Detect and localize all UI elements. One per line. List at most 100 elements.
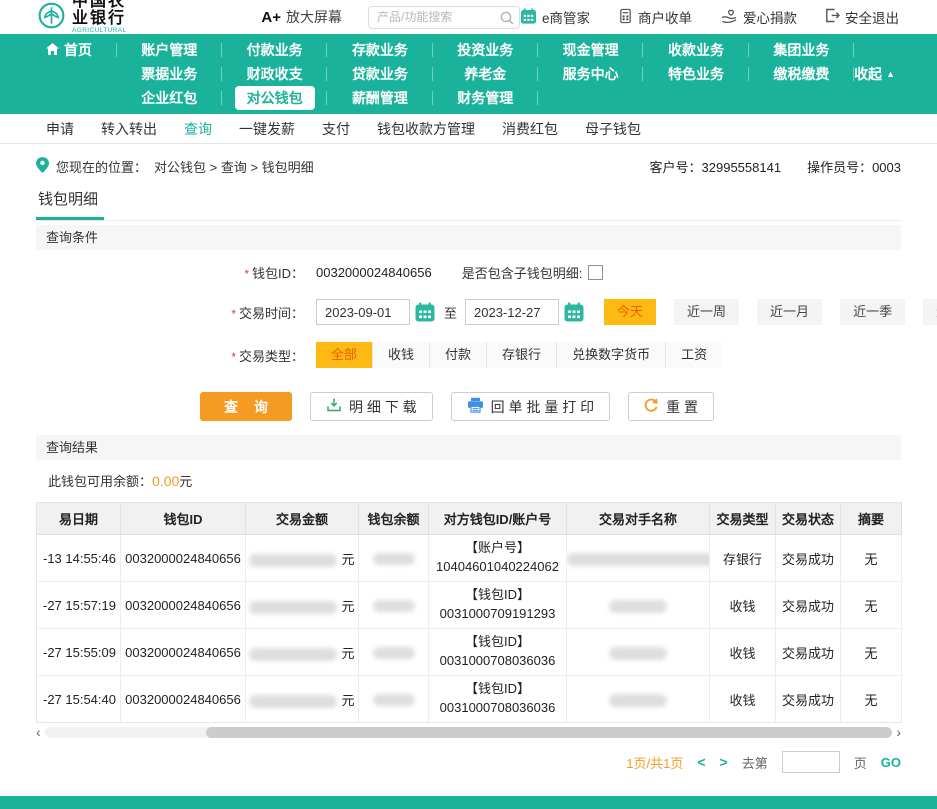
goto-page-input[interactable] bbox=[782, 751, 840, 773]
subnav-query[interactable]: 查询 bbox=[184, 119, 212, 139]
cell-status: 交易成功 bbox=[776, 676, 841, 723]
transaction-time-label: 交易时间： bbox=[239, 306, 304, 321]
search-input[interactable] bbox=[368, 6, 520, 29]
type-exchange-digital-currency[interactable]: 兑换数字货币 bbox=[556, 342, 665, 368]
subnav-apply[interactable]: 申请 bbox=[46, 119, 74, 139]
cell-date: -27 15:55:09 bbox=[37, 629, 121, 676]
merchant-acquiring-link[interactable]: 商户收单 bbox=[618, 7, 692, 27]
cell-status: 交易成功 bbox=[776, 535, 841, 582]
subnav-transfer[interactable]: 转入转出 bbox=[101, 119, 157, 139]
nav-payment-business[interactable]: 付款业务 bbox=[222, 38, 327, 62]
transaction-type-row: *交易类型： 全部 收钱 付款 存银行 兑换数字货币 工资 bbox=[36, 342, 901, 368]
range-quarter-chip[interactable]: 近一季 bbox=[840, 299, 905, 325]
range-month-chip[interactable]: 近一月 bbox=[757, 299, 822, 325]
transaction-type-segment: 全部 收钱 付款 存银行 兑换数字货币 工资 bbox=[316, 342, 722, 368]
table-row: -13 14:55:46 0032000024840656 元 【账户号】104… bbox=[37, 535, 902, 582]
nav-corp-redpacket[interactable]: 企业红包 bbox=[117, 86, 222, 110]
wallet-id-value: 0032000024840656 bbox=[316, 265, 432, 280]
col-header-summary: 摘要 bbox=[841, 503, 902, 535]
type-receive[interactable]: 收钱 bbox=[372, 342, 429, 368]
nav-deposit-business[interactable]: 存款业务 bbox=[327, 38, 432, 62]
type-all[interactable]: 全部 bbox=[316, 342, 372, 368]
tab-wallet-detail[interactable]: 钱包明细 bbox=[36, 188, 104, 220]
redacted-name bbox=[609, 600, 667, 613]
search-icon[interactable] bbox=[500, 11, 514, 25]
nav-featured-business[interactable]: 特色业务 bbox=[643, 62, 748, 86]
cell-counterparty-name bbox=[567, 676, 710, 723]
hand-heart-icon bbox=[720, 8, 738, 27]
download-detail-button[interactable]: 明 细 下 载 bbox=[310, 392, 433, 421]
range-week-chip[interactable]: 近一周 bbox=[674, 299, 739, 325]
subnav-consume-redpacket[interactable]: 消费红包 bbox=[502, 119, 558, 139]
subnav-payee-mgmt[interactable]: 钱包收款方管理 bbox=[377, 119, 475, 139]
cell-type: 收钱 bbox=[710, 629, 776, 676]
go-button[interactable]: GO bbox=[881, 755, 901, 770]
cell-balance bbox=[359, 629, 429, 676]
cell-balance bbox=[359, 535, 429, 582]
batch-print-receipt-button[interactable]: 回 单 批 量 打 印 bbox=[451, 392, 610, 421]
redacted-balance bbox=[373, 647, 415, 659]
type-deposit-bank[interactable]: 存银行 bbox=[486, 342, 556, 368]
subnav-parent-child-wallet[interactable]: 母子钱包 bbox=[585, 119, 641, 139]
reset-button[interactable]: 重 置 bbox=[628, 392, 714, 421]
scrollbar-thumb[interactable] bbox=[206, 727, 893, 738]
range-half-year-chip[interactable]: 近半年 bbox=[923, 299, 937, 325]
content-tabs: 钱包明细 bbox=[36, 188, 901, 221]
nav-collection-business[interactable]: 收款业务 bbox=[643, 38, 748, 62]
scroll-right-icon[interactable]: › bbox=[896, 726, 901, 739]
date-to-input[interactable] bbox=[465, 299, 559, 325]
next-page-button[interactable]: > bbox=[720, 754, 728, 770]
nav-collapse-button[interactable]: 收起 ▲ bbox=[854, 62, 895, 86]
screen-zoom-control[interactable]: A+放大屏幕 bbox=[261, 7, 342, 27]
breadcrumb-row: 您现在的位置： 对公钱包 > 查询 > 钱包明细 客户号：32995558141… bbox=[36, 157, 901, 176]
type-pay[interactable]: 付款 bbox=[429, 342, 486, 368]
charity-donation-link[interactable]: 爱心捐款 bbox=[720, 7, 797, 27]
range-today-chip[interactable]: 今天 bbox=[604, 299, 656, 325]
search-button[interactable]: 查 询 bbox=[200, 392, 292, 421]
session-meta: 客户号：32995558141 操作员号：0003 bbox=[650, 157, 901, 176]
nav-home[interactable]: 首页 bbox=[38, 38, 117, 62]
nav-fiscal[interactable]: 财政收支 bbox=[222, 62, 327, 86]
pagination: 1页/共1页 < > 去第 页 GO bbox=[36, 751, 901, 773]
cell-counterparty-id: 【账户号】10404601040224062 bbox=[429, 535, 567, 582]
location-pin-icon bbox=[36, 157, 49, 176]
nav-payroll-mgmt[interactable]: 薪酬管理 bbox=[327, 86, 432, 110]
nav-tax-payment[interactable]: 缴税缴费 bbox=[749, 62, 854, 86]
e-manager-link[interactable]: e商管家 bbox=[520, 7, 590, 27]
prev-page-button[interactable]: < bbox=[697, 754, 705, 770]
nav-loan-business[interactable]: 贷款业务 bbox=[327, 62, 432, 86]
nav-pension[interactable]: 养老金 bbox=[433, 62, 538, 86]
footer-bar bbox=[0, 796, 937, 809]
scroll-left-icon[interactable]: ‹ bbox=[36, 726, 41, 739]
nav-account-mgmt[interactable]: 账户管理 bbox=[117, 38, 222, 62]
date-from-input[interactable] bbox=[316, 299, 410, 325]
subnav-batch-payroll[interactable]: 一键发薪 bbox=[239, 119, 295, 139]
nav-finance-mgmt[interactable]: 财务管理 bbox=[433, 86, 538, 110]
nav-group-business[interactable]: 集团业务 bbox=[749, 38, 854, 62]
nav-bill-business[interactable]: 票据业务 bbox=[117, 62, 222, 86]
col-header-counterparty-id: 对方钱包ID/账户号 bbox=[429, 503, 567, 535]
nav-service-center[interactable]: 服务中心 bbox=[538, 62, 643, 86]
cell-counterparty-name bbox=[567, 629, 710, 676]
cell-counterparty-name bbox=[567, 535, 710, 582]
wallet-id-row: *钱包ID： 0032000024840656 是否包含子钱包明细: bbox=[36, 263, 901, 282]
available-balance-row: 此钱包可用余额：0.00元 bbox=[36, 460, 901, 500]
nav-corporate-wallet[interactable]: 对公钱包 bbox=[222, 86, 327, 110]
col-header-wallet-id: 钱包ID bbox=[121, 503, 246, 535]
date-from-calendar-icon[interactable] bbox=[415, 302, 435, 322]
nav-cash-mgmt[interactable]: 现金管理 bbox=[538, 38, 643, 62]
nav-investment[interactable]: 投资业务 bbox=[433, 38, 538, 62]
download-icon bbox=[326, 397, 342, 416]
secure-logout-link[interactable]: 安全退出 bbox=[825, 7, 899, 27]
home-icon bbox=[46, 42, 59, 58]
subnav-pay[interactable]: 支付 bbox=[322, 119, 350, 139]
scrollbar-track[interactable] bbox=[45, 727, 893, 738]
header-quick-links: e商管家 商户收单 爱心捐款 安全退出 bbox=[520, 7, 899, 27]
required-mark: * bbox=[231, 307, 236, 321]
include-sub-wallet-checkbox[interactable] bbox=[588, 265, 603, 280]
cell-counterparty-name bbox=[567, 582, 710, 629]
e-manager-icon bbox=[520, 8, 537, 27]
date-to-calendar-icon[interactable] bbox=[564, 302, 584, 322]
wallet-subnav: 申请 转入转出 查询 一键发薪 支付 钱包收款方管理 消费红包 母子钱包 bbox=[0, 114, 937, 144]
type-salary[interactable]: 工资 bbox=[665, 342, 722, 368]
